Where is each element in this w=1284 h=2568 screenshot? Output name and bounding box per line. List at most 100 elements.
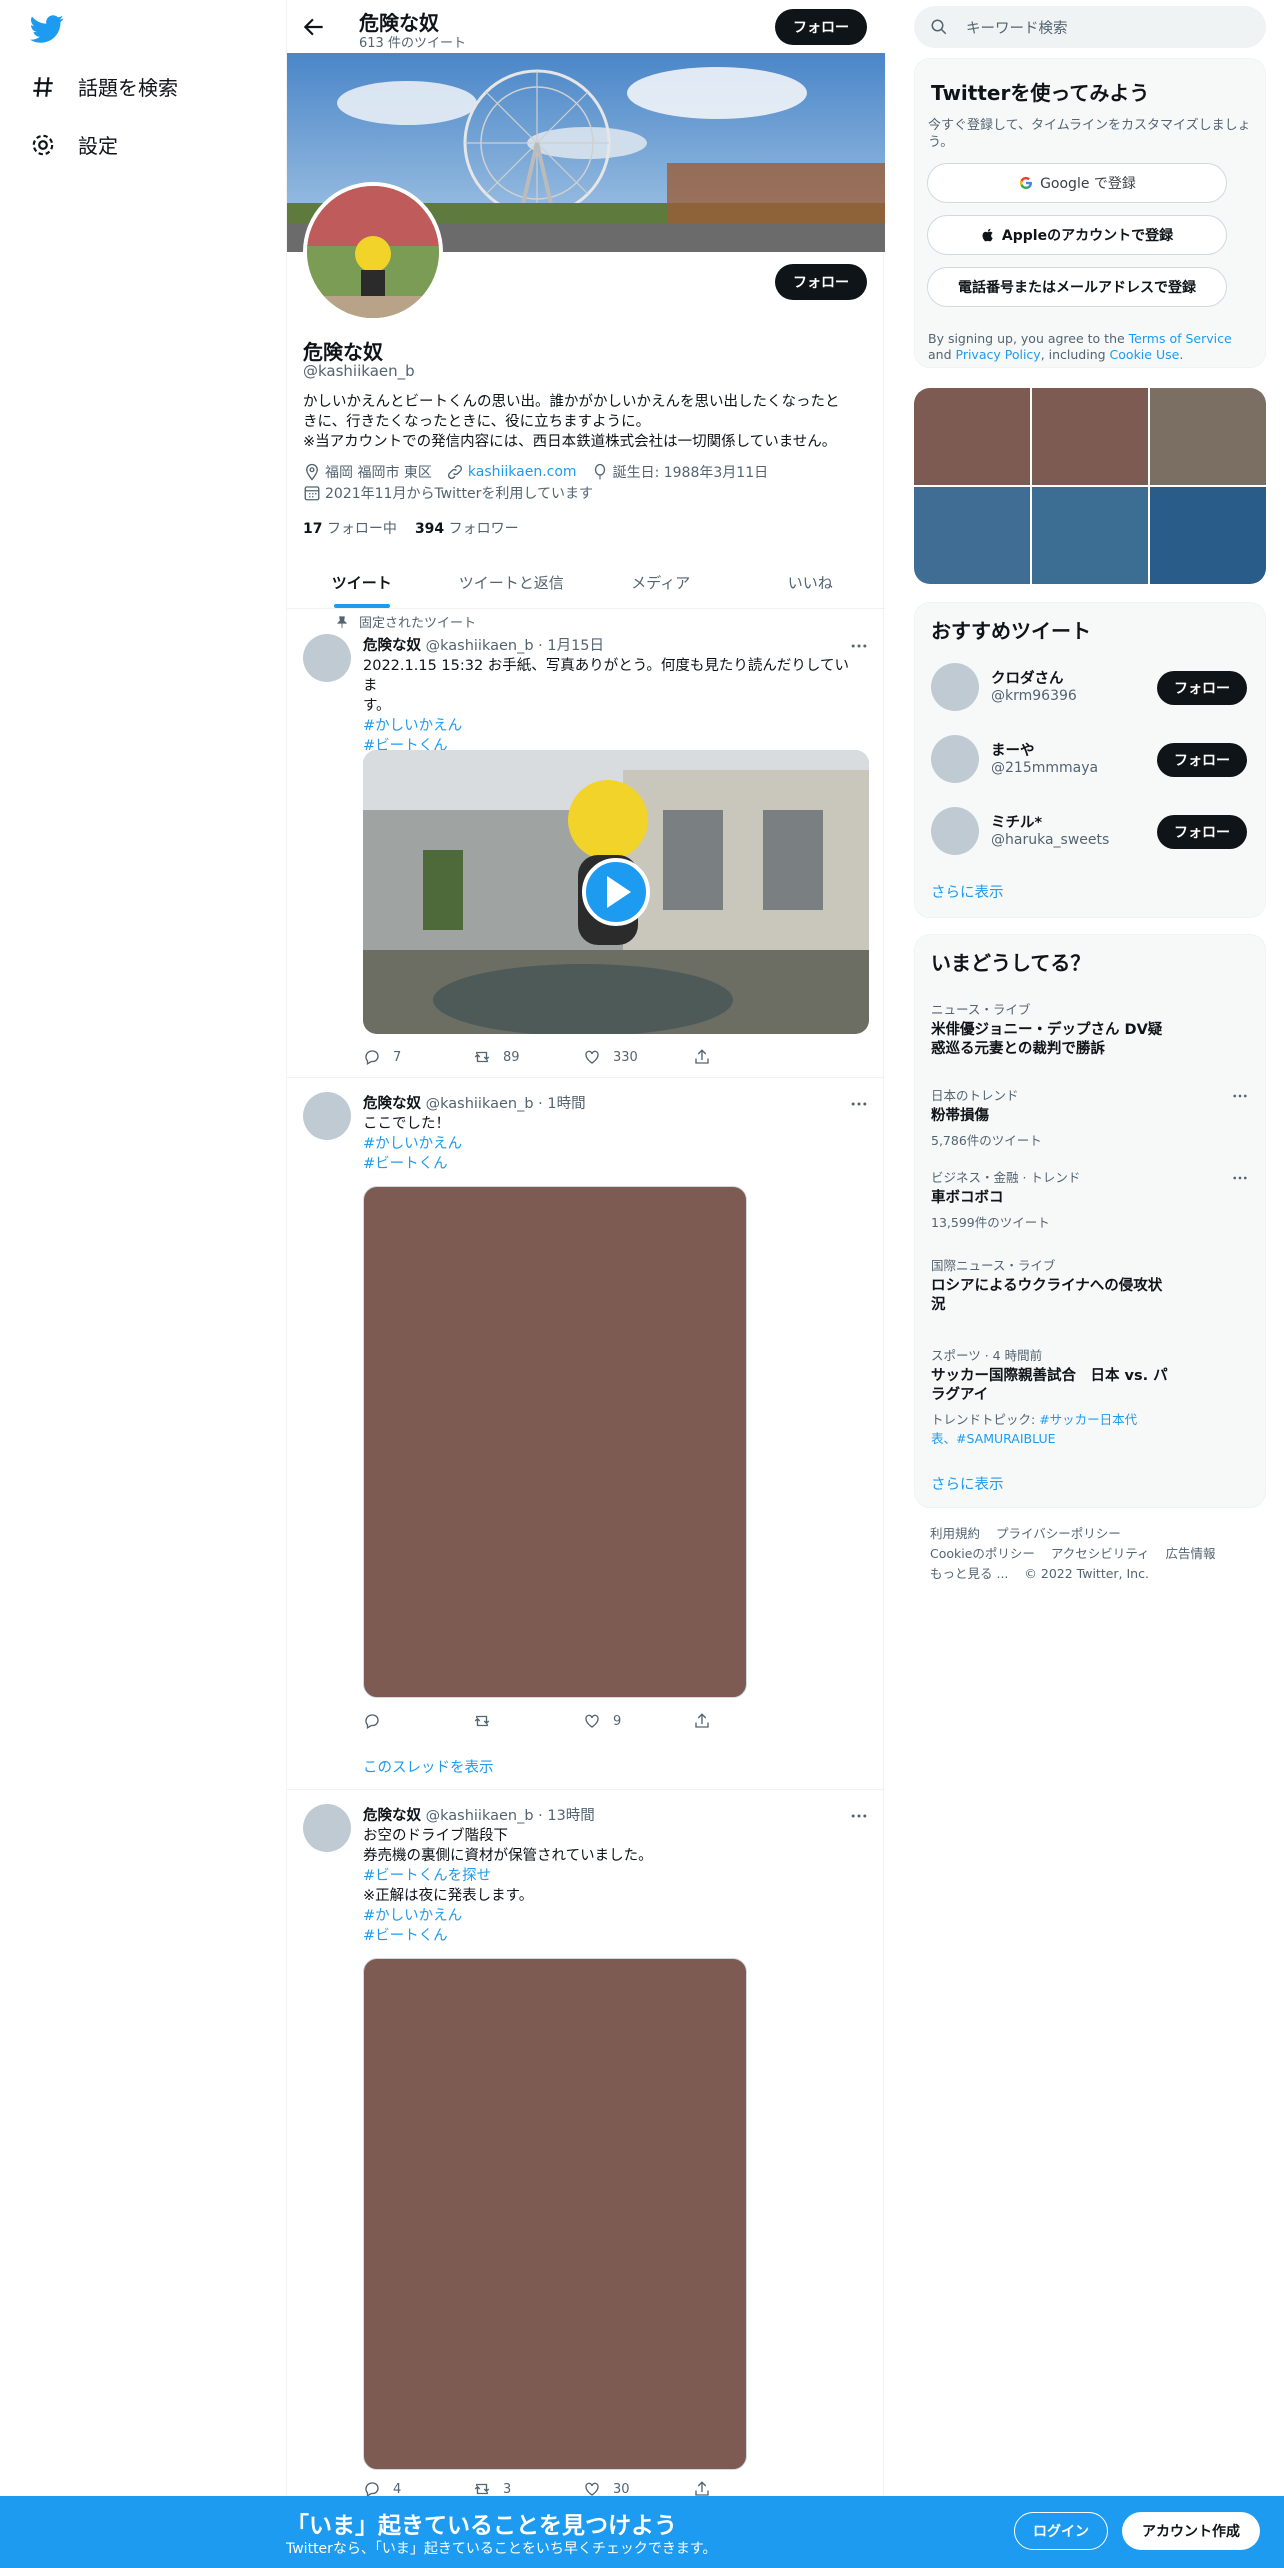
twitter-logo-icon[interactable]	[30, 12, 64, 46]
tweet-author-name[interactable]: 危険な奴	[363, 1096, 421, 1112]
following-count: 17	[303, 521, 323, 537]
hashtag-link[interactable]: #かしいかえん	[363, 716, 863, 736]
trend-item[interactable]: 日本のトレンド 粉帯損傷 5,786件のツイート	[931, 1085, 1251, 1149]
tweet[interactable]: 危険な奴 @kashiikaen_b · 13時間 お空のドライブ階段下 券売機…	[287, 1790, 885, 2497]
footer-link[interactable]: 利用規約	[930, 1526, 980, 1541]
retweet-button[interactable]: 89	[473, 1048, 573, 1066]
trend-item[interactable]: 国際ニュース・ライブ ロシアによるウクライナへの侵攻状況	[931, 1255, 1251, 1315]
avatar[interactable]	[931, 663, 979, 711]
tweet-video[interactable]	[363, 750, 869, 1034]
more-options-icon[interactable]	[1231, 1087, 1249, 1105]
tweet-handle: @kashiikaen_b	[425, 1808, 534, 1824]
profile-avatar[interactable]	[303, 182, 443, 322]
back-arrow-icon[interactable]	[301, 14, 327, 40]
nav-settings[interactable]: 設定	[30, 130, 118, 159]
trend-item[interactable]: ビジネス・金融 · トレンド 車ボコボコ 13,599件のツイート	[931, 1167, 1251, 1231]
tweet-author-name[interactable]: 危険な奴	[363, 638, 421, 654]
phone-email-signup-button[interactable]: 電話番号またはメールアドレスで登録	[927, 267, 1227, 307]
tweet[interactable]: 危険な奴 @kashiikaen_b · 1時間 ここでした！ #かしいかえん …	[287, 1078, 885, 1790]
share-button[interactable]	[693, 1712, 793, 1730]
tab-likes[interactable]: いいね	[736, 556, 886, 608]
footer-link[interactable]: Cookieのポリシー	[930, 1546, 1035, 1561]
tweet-image[interactable]	[363, 1958, 747, 2470]
trend-context: 日本のトレンド	[931, 1088, 1019, 1103]
media-thumbnail[interactable]	[1150, 487, 1266, 584]
tweet-image[interactable]	[363, 1186, 747, 1698]
tweet-time[interactable]: · 1月15日	[538, 638, 604, 654]
birthday: 誕生日: 1988年3月11日	[591, 462, 768, 482]
more-options-icon[interactable]	[849, 636, 869, 656]
more-options-icon[interactable]	[849, 1806, 869, 1826]
tab-tweets-replies[interactable]: ツイートと返信	[437, 556, 587, 608]
create-account-button[interactable]: アカウント作成	[1122, 2512, 1260, 2550]
follow-button[interactable]: フォロー	[1157, 743, 1247, 777]
like-button[interactable]: 330	[583, 1048, 683, 1066]
media-thumbnail[interactable]	[1032, 487, 1148, 584]
follow-button[interactable]: フォロー	[1157, 815, 1247, 849]
footer-link[interactable]: アクセシビリティ	[1051, 1546, 1150, 1561]
footer-link[interactable]: 広告情報	[1166, 1546, 1216, 1561]
privacy-policy-link[interactable]: Privacy Policy	[956, 347, 1041, 362]
footer-link[interactable]: もっと見る ...	[930, 1566, 1008, 1581]
nav-settings-label: 設定	[78, 134, 118, 158]
hashtag-link[interactable]: #かしいかえん	[363, 1906, 863, 1926]
tab-tweets[interactable]: ツイート	[287, 556, 437, 608]
tab-media[interactable]: メディア	[586, 556, 736, 608]
terms-end: .	[1179, 347, 1184, 362]
hashtag-link[interactable]: #ビートくん	[363, 1926, 863, 1946]
media-thumbnail[interactable]	[914, 388, 1030, 485]
recommended-user[interactable]: ミチル* @haruka_sweets フォロー	[915, 795, 1265, 867]
avatar[interactable]	[931, 735, 979, 783]
recommended-show-more[interactable]: さらに表示	[931, 881, 1004, 902]
reply-button[interactable]: 7	[363, 1048, 463, 1066]
tweet-time[interactable]: · 1時間	[538, 1096, 585, 1112]
tweet-time[interactable]: · 13時間	[538, 1808, 595, 1824]
profile-follow-button[interactable]: フォロー	[775, 264, 867, 300]
retweet-button[interactable]	[473, 1712, 573, 1730]
hashtag-link[interactable]: #ビートくん	[363, 1154, 863, 1174]
share-button[interactable]	[693, 1048, 793, 1066]
terms-text: By signing up, you agree to the Terms of…	[928, 331, 1254, 363]
more-options-icon[interactable]	[849, 1094, 869, 1114]
tweet-avatar[interactable]	[303, 634, 351, 682]
hashtag-link[interactable]: #かしいかえん	[363, 1134, 863, 1154]
tweet-author-name[interactable]: 危険な奴	[363, 1808, 421, 1824]
footer-link[interactable]: プライバシーポリシー	[996, 1526, 1121, 1541]
media-thumbnail[interactable]	[1032, 388, 1148, 485]
more-options-icon[interactable]	[1231, 1169, 1249, 1187]
tweet-pinned[interactable]: 危険な奴 @kashiikaen_b · 1月15日 2022.1.15 15:…	[287, 606, 885, 1078]
trend-count: 5,786件のツイート	[931, 1133, 1042, 1148]
login-button[interactable]: ログイン	[1014, 2512, 1108, 2550]
hashtag-link[interactable]: #ビートくんを探せ	[363, 1866, 863, 1886]
website-link[interactable]: kashiikaen.com	[468, 464, 577, 480]
trends-card: いまどうしてる？ ニュース・ライブ 米俳優ジョニー・デップさん DV疑惑巡る元妻…	[914, 934, 1266, 1508]
terms-of-service-link[interactable]: Terms of Service	[1129, 331, 1232, 346]
tweet-avatar[interactable]	[303, 1804, 351, 1852]
followers-link[interactable]: 394 フォロワー	[415, 518, 519, 538]
tweet-handle: @kashiikaen_b	[425, 1096, 534, 1112]
apple-signup-button[interactable]: Appleのアカウントで登録	[927, 215, 1227, 255]
nav-explore[interactable]: 話題を検索	[30, 72, 178, 101]
header-follow-button[interactable]: フォロー	[775, 9, 867, 45]
trend-item[interactable]: ニュース・ライブ 米俳優ジョニー・デップさん DV疑惑巡る元妻との裁判で勝訴	[931, 999, 1251, 1059]
trends-show-more[interactable]: さらに表示	[931, 1473, 1004, 1494]
search-box[interactable]: キーワード検索	[914, 6, 1266, 48]
location-text: 福岡 福岡市 東区	[325, 465, 432, 481]
google-signup-button[interactable]: Google で登録	[927, 163, 1227, 203]
avatar[interactable]	[931, 807, 979, 855]
tweet-avatar[interactable]	[303, 1092, 351, 1140]
reply-button[interactable]	[363, 1712, 463, 1730]
show-thread-link[interactable]: このスレッドを表示	[363, 1756, 494, 1777]
like-button[interactable]: 9	[583, 1712, 683, 1730]
user-name: まーや	[991, 743, 1035, 759]
signup-card: Twitterを使ってみよう 今すぐ登録して、タイムラインをカスタマイズしましょ…	[914, 58, 1266, 368]
follow-button[interactable]: フォロー	[1157, 671, 1247, 705]
trend-item[interactable]: スポーツ · 4 時間前 サッカー国際親善試合 日本 vs. パラグアイ トレン…	[931, 1345, 1251, 1447]
cookie-use-link[interactable]: Cookie Use	[1110, 347, 1180, 362]
media-thumbnail[interactable]	[1150, 388, 1266, 485]
recommended-user[interactable]: クロダさん @krm96396 フォロー	[915, 651, 1265, 723]
media-thumbnail[interactable]	[914, 487, 1030, 584]
search-input[interactable]: キーワード検索	[966, 17, 1068, 38]
recommended-user[interactable]: まーや @215mmmaya フォロー	[915, 723, 1265, 795]
following-link[interactable]: 17 フォロー中	[303, 518, 397, 538]
